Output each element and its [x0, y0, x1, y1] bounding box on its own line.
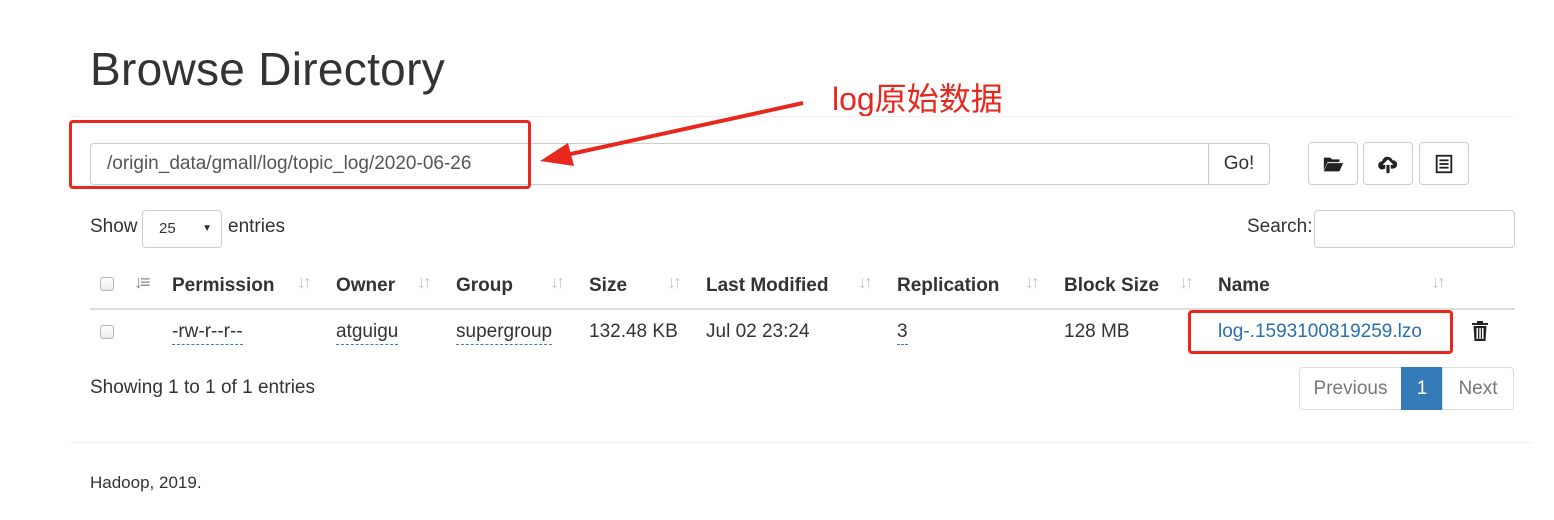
folder-open-icon	[1323, 157, 1344, 171]
column-header-block-size[interactable]: Block Size	[1064, 275, 1159, 297]
page-1-button[interactable]: 1	[1401, 367, 1443, 410]
search-input[interactable]	[1314, 210, 1515, 248]
next-page-button[interactable]: Next	[1442, 367, 1514, 410]
sort-icon[interactable]: ↓↑	[417, 272, 432, 293]
pagination: Previous 1 Next	[1299, 367, 1514, 410]
column-header-replication[interactable]: Replication	[897, 275, 999, 297]
path-highlight-box	[69, 120, 531, 189]
cloud-upload-icon	[1378, 156, 1398, 173]
file-name-link[interactable]: log-.1593100819259.lzo	[1218, 321, 1422, 343]
page-length-select[interactable]: 25 ▼	[142, 210, 222, 248]
column-header-size[interactable]: Size	[589, 275, 627, 297]
caret-down-icon: ▼	[202, 223, 212, 234]
column-header-owner[interactable]: Owner	[336, 275, 395, 297]
go-button[interactable]: Go!	[1208, 143, 1270, 185]
cell-block-size: 128 MB	[1064, 321, 1130, 342]
create-directory-button[interactable]	[1308, 142, 1358, 185]
page-length-value: 25	[159, 220, 176, 237]
show-label: Show	[90, 216, 138, 237]
sort-icon[interactable]: ↓↑	[1025, 272, 1040, 293]
cell-size: 132.48 KB	[589, 321, 678, 342]
cell-owner[interactable]: atguigu	[336, 321, 399, 345]
list-icon	[1435, 154, 1453, 173]
cell-last-modified: Jul 02 23:24	[706, 321, 810, 342]
trash-icon[interactable]	[1470, 320, 1490, 342]
sort-icon[interactable]: ↓↑	[667, 272, 682, 293]
footer-text: Hadoop, 2019.	[90, 473, 202, 492]
header-divider	[70, 116, 1514, 117]
sort-icon[interactable]: ↓↑	[1431, 272, 1446, 293]
row-checkbox[interactable]	[100, 325, 114, 339]
column-header-permission[interactable]: Permission	[172, 275, 274, 297]
cell-group[interactable]: supergroup	[456, 321, 553, 345]
column-header-last-modified[interactable]: Last Modified	[706, 275, 828, 297]
select-all-checkbox[interactable]	[100, 277, 114, 291]
cell-permission[interactable]: -rw-r--r--	[172, 321, 243, 345]
page-title: Browse Directory	[90, 43, 445, 95]
upload-button[interactable]	[1363, 142, 1413, 185]
cell-replication[interactable]: 3	[897, 321, 908, 345]
cut-paste-button[interactable]	[1419, 142, 1469, 185]
table-info: Showing 1 to 1 of 1 entries	[90, 377, 315, 398]
footer-divider	[70, 442, 1532, 443]
entries-label: entries	[228, 216, 286, 237]
sort-icon[interactable]: ↓↑	[858, 272, 873, 293]
column-header-name[interactable]: Name	[1218, 275, 1270, 297]
table-header-divider	[90, 308, 1515, 310]
annotation-label: log原始数据	[832, 81, 1003, 117]
sort-asc-icon[interactable]: ↓≡	[134, 272, 150, 293]
column-header-group[interactable]: Group	[456, 275, 513, 297]
previous-page-button[interactable]: Previous	[1299, 367, 1402, 410]
sort-icon[interactable]: ↓↑	[1179, 272, 1194, 293]
sort-icon[interactable]: ↓↑	[550, 272, 565, 293]
sort-icon[interactable]: ↓↑	[297, 272, 312, 293]
search-label: Search:	[1247, 216, 1313, 237]
